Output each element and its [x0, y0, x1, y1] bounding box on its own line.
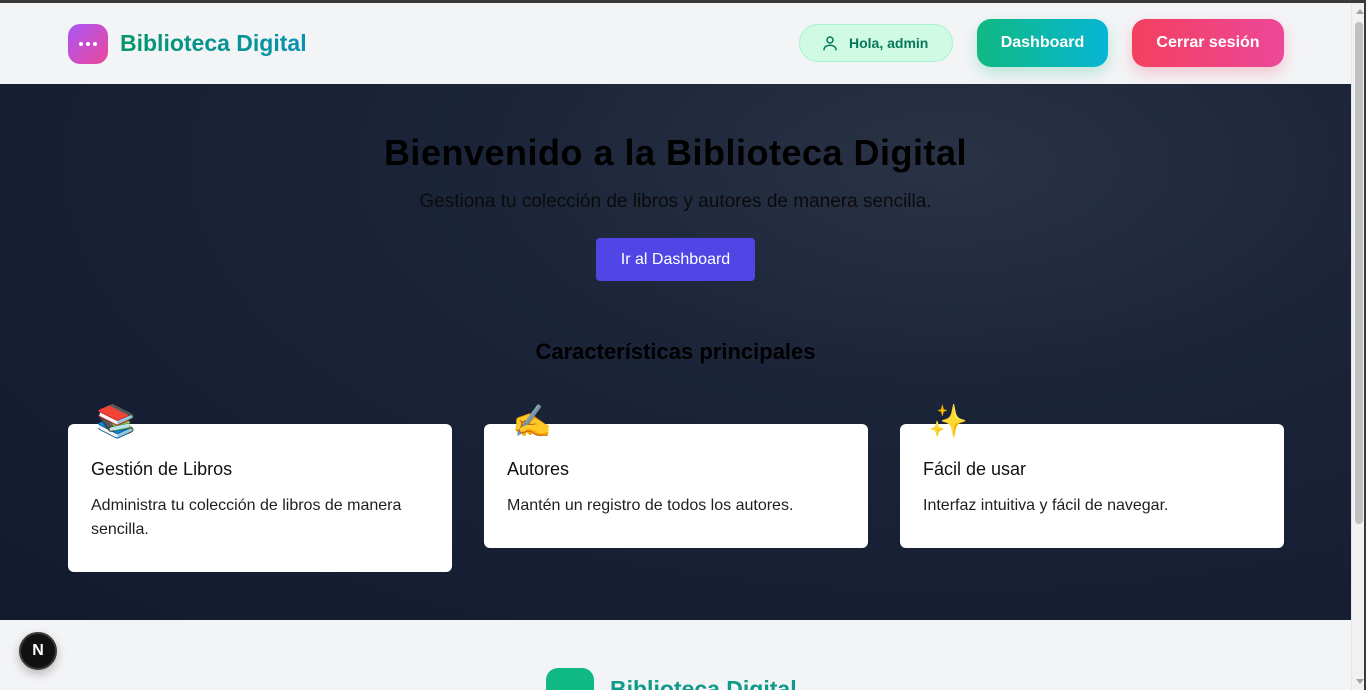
hero-title: Bienvenido a la Biblioteca Digital [383, 132, 968, 173]
writing-hand-icon: ✍️ [512, 403, 552, 439]
hero-section: Bienvenido a la Biblioteca Digital Gesti… [0, 84, 1351, 620]
sparkles-icon: ✨ [928, 403, 968, 439]
feature-card-books: 📚 Gestión de Libros Administra tu colecc… [68, 403, 452, 572]
greeting-text: Hola, admin [849, 35, 929, 51]
logout-button[interactable]: Cerrar sesión [1132, 19, 1284, 67]
dev-tools-badge[interactable]: N [19, 632, 57, 670]
footer-brand: Biblioteca Digital [610, 676, 797, 690]
feature-description: Interfaz intuitiva y fácil de navegar. [923, 497, 1169, 514]
logo-dot [86, 42, 90, 46]
feature-title: Gestión de Libros [91, 459, 233, 479]
scrollbar-thumb[interactable] [1355, 22, 1363, 524]
feature-title: Autores [507, 459, 570, 479]
dashboard-button[interactable]: Dashboard [977, 19, 1108, 67]
user-icon [823, 36, 837, 51]
logo-dot [93, 42, 97, 46]
logo-dot [79, 42, 83, 46]
scroll-down-arrow-icon[interactable] [1356, 679, 1364, 684]
features-heading: Características principales [535, 339, 816, 364]
brand-title[interactable]: Biblioteca Digital [120, 30, 307, 57]
hero-subtitle: Gestiona tu colección de libros y autore… [419, 191, 932, 212]
feature-title: Fácil de usar [923, 459, 1027, 479]
user-greeting-badge: Hola, admin [799, 24, 953, 62]
feature-card-easy-to-use: ✨ Fácil de usar Interfaz intuitiva y fác… [900, 403, 1284, 548]
logo-dots-icon[interactable] [68, 24, 108, 64]
scroll-up-arrow-icon[interactable] [1356, 9, 1364, 14]
footer-logo-icon [546, 668, 594, 690]
go-to-dashboard-button[interactable]: Ir al Dashboard [596, 238, 755, 281]
site-header: Biblioteca Digital Hola, admin Dashboard… [0, 3, 1351, 84]
feature-description: Administra tu colección de libros de man… [91, 497, 402, 538]
feature-description: Mantén un registro de todos los autores. [507, 497, 794, 514]
feature-card-authors: ✍️ Autores Mantén un registro de todos l… [484, 403, 868, 548]
books-icon: 📚 [96, 403, 136, 439]
